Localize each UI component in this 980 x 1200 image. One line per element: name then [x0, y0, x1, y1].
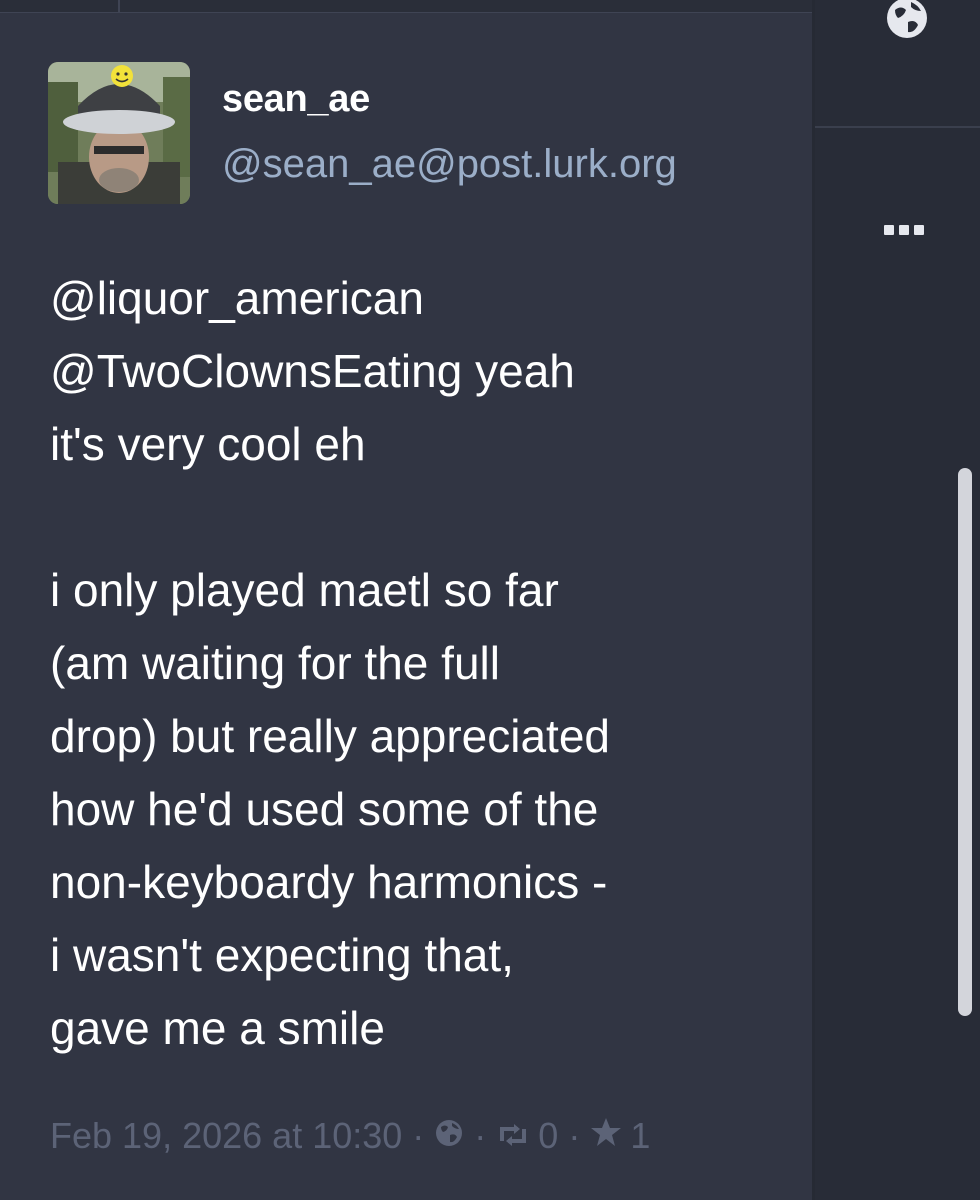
more-horizontal-icon[interactable] — [884, 220, 932, 240]
more-dot — [884, 225, 894, 235]
mention-link[interactable]: @liquor_american — [50, 272, 424, 324]
separator: · — [412, 1115, 425, 1156]
status-meta: Feb 19, 2026 at 10:30 · · 0 · 1 — [50, 1112, 650, 1160]
avatar-photo — [48, 62, 190, 204]
screen: sean_ae @sean_ae@post.lurk.org @liquor_a… — [0, 0, 980, 1200]
more-dot — [899, 225, 909, 235]
account-handle[interactable]: @sean_ae@post.lurk.org — [222, 142, 677, 187]
content-line: drop) but really appreciated — [50, 710, 610, 762]
display-name[interactable]: sean_ae — [222, 78, 370, 121]
timestamp-link[interactable]: Feb 19, 2026 at 10:30 — [50, 1115, 402, 1157]
separator: · — [568, 1115, 581, 1156]
scrollbar-thumb[interactable] — [958, 468, 972, 1016]
right-rail — [815, 0, 980, 1200]
rail-divider — [815, 126, 980, 128]
status-detail-card: sean_ae @sean_ae@post.lurk.org @liquor_a… — [0, 0, 812, 1200]
content-line: gave me a smile — [50, 1002, 385, 1054]
content-line: @liquor_american — [50, 262, 780, 335]
column-header-edge — [0, 0, 812, 13]
separator: · — [474, 1115, 487, 1156]
status-content: @liquor_american @TwoClownsEating yeah i… — [50, 262, 780, 1065]
boost-icon[interactable] — [496, 1115, 530, 1157]
star-icon[interactable] — [590, 1115, 622, 1157]
avatar[interactable] — [48, 62, 190, 204]
content-line: non-keyboardy harmonics - — [50, 856, 608, 908]
content-line: how he'd used some of the — [50, 783, 599, 835]
content-text: yeah — [462, 345, 575, 397]
content-line: @TwoClownsEating yeah — [50, 335, 780, 408]
header-divider — [118, 0, 120, 12]
content-line: it's very cool eh — [50, 418, 366, 470]
globe-icon — [434, 1115, 464, 1157]
favourite-count: 1 — [630, 1115, 651, 1156]
boost-count: 0 — [538, 1115, 559, 1156]
content-line: i only played maetl so far — [50, 564, 559, 616]
globe-icon[interactable] — [884, 0, 930, 46]
more-dot — [914, 225, 924, 235]
content-line: (am waiting for the full — [50, 637, 500, 689]
mention-link[interactable]: @TwoClownsEating — [50, 345, 462, 397]
content-line: i wasn't expecting that, — [50, 929, 514, 981]
